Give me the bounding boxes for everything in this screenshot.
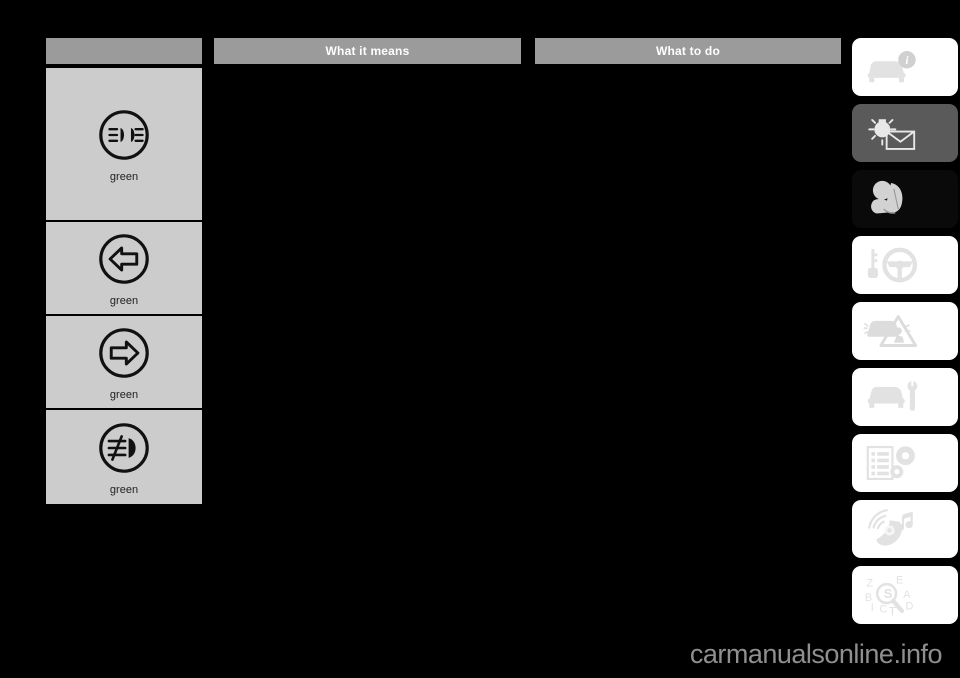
lamp-message-icon <box>862 111 920 155</box>
sidebar-tab-driving[interactable] <box>852 236 958 294</box>
sidebar-tab-index[interactable]: Z B I C T E A D S <box>852 566 958 624</box>
symbol-color-label: green <box>109 483 139 496</box>
car-info-icon: i <box>862 45 920 89</box>
table-row: green <box>46 222 202 316</box>
column-header-symbol <box>46 38 202 64</box>
high-beam-indicator-icon <box>95 106 153 164</box>
svg-text:C: C <box>879 603 887 615</box>
what-to-do-column-body <box>535 66 841 522</box>
what-it-means-column-body <box>214 66 521 522</box>
svg-text:D: D <box>906 601 914 613</box>
key-steering-icon <box>862 243 920 287</box>
svg-text:I: I <box>871 602 874 614</box>
left-turn-signal-icon <box>95 230 153 288</box>
sidebar-tab-infotainment[interactable] <box>852 500 958 558</box>
sidebar-tab-safety[interactable] <box>852 170 958 228</box>
index-search-icon: Z B I C T E A D S <box>862 573 920 618</box>
list-gears-icon <box>862 441 920 485</box>
symbol-column: green green green green <box>46 66 202 504</box>
sidebar-tab-servicing[interactable] <box>852 368 958 426</box>
sidebar-tab-roadside-emergency[interactable] <box>852 302 958 360</box>
svg-text:Z: Z <box>866 577 873 589</box>
sidebar-tab-at-a-glance[interactable]: i <box>852 38 958 96</box>
symbol-color-label: green <box>109 388 139 401</box>
front-fog-lamp-icon <box>95 419 153 477</box>
column-header-what-to-do: What to do <box>535 38 841 64</box>
watermark: carmanualsonline.info <box>689 639 943 669</box>
table-row: green <box>46 316 202 410</box>
column-header-what-it-means: What it means <box>214 38 521 64</box>
sidebar-tab-specifications[interactable] <box>852 434 958 492</box>
svg-text:A: A <box>903 589 911 601</box>
breakdown-icon <box>862 309 920 353</box>
sidebar-tab-warning-lamps[interactable] <box>852 104 958 162</box>
table-row: green <box>46 410 202 504</box>
symbol-color-label: green <box>109 170 139 183</box>
child-seat-icon <box>862 177 920 221</box>
section-tab-rail: i Z B I C T E A D S <box>852 38 958 632</box>
symbol-color-label: green <box>109 294 139 307</box>
svg-text:E: E <box>896 574 903 586</box>
svg-text:S: S <box>884 586 893 601</box>
table-row: green <box>46 68 202 222</box>
audio-nav-icon <box>862 507 920 551</box>
car-wrench-icon <box>862 375 920 419</box>
right-turn-signal-icon <box>95 324 153 382</box>
